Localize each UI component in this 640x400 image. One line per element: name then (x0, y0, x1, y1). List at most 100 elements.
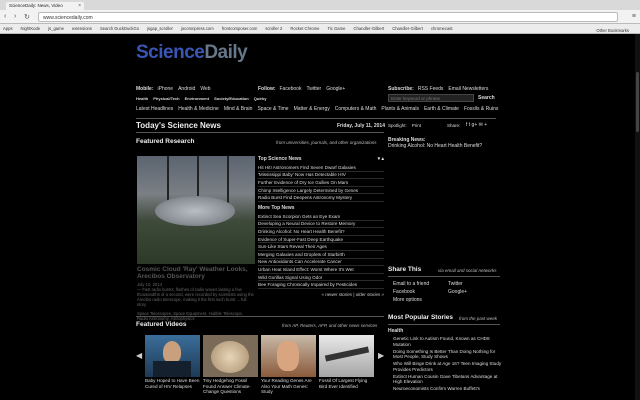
nav-secondary-item[interactable]: Fossils & Ruins (464, 106, 498, 112)
search-button[interactable]: Search (478, 95, 495, 101)
scroll-thumb[interactable] (636, 72, 639, 132)
more-news-item[interactable]: New Antioxidants Can Accelerate Cancer (258, 259, 384, 267)
video-caption[interactable]: Your Reading Genes Are Also Your Math Ge… (261, 378, 316, 395)
video-caption[interactable]: Baby Hoped to Have Been Cured of HIV Rel… (145, 378, 200, 389)
video-thumb[interactable] (145, 335, 200, 377)
top-news-item[interactable]: 'Mississippi Baby' Now Has Detectable HI… (258, 172, 384, 180)
pagination-links[interactable]: « newer stories | older stories » (258, 292, 384, 297)
chevron-right-icon[interactable]: ▶ (378, 351, 384, 360)
bookmark-item[interactable]: Rocket Chrome (290, 26, 319, 31)
more-news-item[interactable]: Sun-Like Stars Reveal Their Ages (258, 243, 384, 251)
site-logo[interactable]: ScienceDaily (136, 42, 248, 64)
nav-secondary-item[interactable]: Health & Medicine (178, 106, 219, 112)
bookmark-item[interactable]: frontcomposer.com (222, 26, 258, 31)
more-news-item[interactable]: Bee Foraging Chronically Impaired by Pes… (258, 281, 384, 289)
subscribe-link[interactable]: RSS Feeds (418, 86, 444, 92)
follow-link[interactable]: Twitter (306, 86, 321, 92)
nav-secondary-item[interactable]: Earth & Climate (424, 106, 459, 112)
video-caption[interactable]: Fossil Of Largest Flying Bird Ever Ident… (319, 378, 374, 389)
mobile-link[interactable]: Web (200, 86, 210, 92)
reload-icon[interactable]: ↻ (24, 13, 30, 21)
back-icon[interactable]: ‹ (4, 13, 6, 20)
bookmark-item[interactable]: scroller 2 (265, 26, 282, 31)
top-news-item[interactable]: Further Evidence of Dry Ice Gullies On M… (258, 179, 384, 187)
bookmark-item[interactable]: jocomnpress.com (181, 26, 214, 31)
nav-primary-item[interactable]: Health (136, 96, 148, 101)
nav-primary-item[interactable]: Quirky (254, 96, 267, 101)
collapse-icon[interactable]: ▾ ▴ (378, 156, 384, 162)
nav-primary-item[interactable]: Physical/Tech (153, 96, 179, 101)
popular-item[interactable]: Genetic Link to Autism Found, Known as C… (393, 336, 503, 347)
share-icons[interactable]: f t g+ ✉ + (466, 122, 487, 128)
top-news-item[interactable]: Hit Hit! Astronomers Find Seven Dwarf Ga… (258, 164, 384, 172)
share-option[interactable]: Google+ (448, 288, 503, 296)
mobile-link[interactable]: Android (178, 86, 195, 92)
menu-icon[interactable]: ≡ (632, 13, 636, 20)
breaking-item[interactable]: Drinking Alcohol: No Heart Health Benefi… (388, 143, 498, 149)
video-thumb[interactable] (261, 335, 316, 377)
share-option[interactable]: Facebook (393, 288, 448, 296)
bookmark-item[interactable]: js_game (48, 26, 64, 31)
top-news-item[interactable]: Chimp Intelligence Largely Determined by… (258, 187, 384, 195)
video-thumb[interactable] (203, 335, 258, 377)
print-link[interactable]: Print (412, 123, 421, 128)
featured-sub: from universities, journals, and other o… (276, 140, 377, 145)
bookmark-item[interactable]: Apps (3, 26, 13, 31)
share-option[interactable]: Twitter (448, 280, 503, 288)
more-news-item[interactable]: Merging Galaxies and Droplets of Starbir… (258, 251, 384, 259)
bookmark-item[interactable]: extensions (72, 26, 92, 31)
mobile-link[interactable]: iPhone (158, 86, 174, 92)
nav-secondary-item[interactable]: Mind & Brain (224, 106, 253, 112)
featured-heading: Featured Research (136, 138, 195, 145)
nav-secondary-item[interactable]: Matter & Energy (294, 106, 330, 112)
featured-title[interactable]: Cosmic Cloud 'Ray' Weather Looks, Arecib… (137, 266, 255, 280)
nav-secondary-item[interactable]: Plants & Animals (381, 106, 419, 112)
other-bookmarks[interactable]: Other Bookmarks (596, 28, 629, 33)
nav-secondary-item[interactable]: Computers & Math (335, 106, 377, 112)
popular-item[interactable]: Who Will Binge Drink at Age 16? Teen Ima… (393, 361, 503, 372)
logo-part2: Daily (204, 42, 248, 63)
forward-icon[interactable]: › (14, 13, 16, 20)
nav-primary-item[interactable]: Society/Education (214, 96, 249, 101)
subscribe-label: Subscribe: (388, 86, 414, 92)
close-icon[interactable]: × (78, 3, 81, 9)
follow-link[interactable]: Facebook (280, 86, 302, 92)
bookmark-item[interactable]: NightKode (21, 26, 41, 31)
chevron-left-icon[interactable]: ◀ (136, 351, 142, 360)
subscribe-links: Subscribe: RSS Feeds Email Newsletters (388, 86, 498, 92)
more-news-item[interactable]: Wild Gorillas Signal Using Odor (258, 274, 384, 282)
video-thumb[interactable] (319, 335, 374, 377)
more-news-item[interactable]: Extinct Sea Scorpion Gets an Eye Exam (258, 213, 384, 221)
subscribe-link[interactable]: Email Newsletters (448, 86, 488, 92)
featured-summary: — Fast radio bursts, flashes of radio wa… (137, 287, 254, 307)
share-option[interactable]: Email to a friend (393, 280, 448, 288)
spotlight-label[interactable]: Spotlight: (388, 123, 407, 128)
featured-image[interactable] (137, 156, 255, 264)
bookmark-item[interactable]: chromecast (431, 26, 453, 31)
nav-secondary-item[interactable]: Latest Headlines (136, 106, 173, 112)
popular-item[interactable]: Extinct Human Cousin Gave Tibetans Advan… (393, 374, 503, 385)
bookmark-item[interactable]: Chandler-Gilbert (392, 26, 423, 31)
video-caption[interactable]: Tiny Hedgehog Fossil Found Answer Climat… (203, 378, 258, 395)
page-title: Today's Science News (136, 121, 221, 130)
browser-tab[interactable]: ScienceDaily: News, Video × (6, 2, 84, 10)
nav-secondary-item[interactable]: Space & Time (257, 106, 288, 112)
popular-item[interactable]: Doing Something Is Better Than Doing Not… (393, 349, 503, 360)
bookmark-item[interactable]: Search DuckDuckGo (100, 26, 139, 31)
follow-link[interactable]: Google+ (326, 86, 345, 92)
popular-category[interactable]: Health (388, 328, 403, 334)
url-input[interactable]: www.sciencedaily.com (38, 12, 618, 22)
more-news-item[interactable]: Developing a Neural Device to Restore Me… (258, 221, 384, 229)
scrollbar[interactable] (635, 34, 640, 400)
popular-item[interactable]: Neuroeconomists Confirm Warren Buffett's (393, 386, 503, 392)
more-news-item[interactable]: Evidence of Super-Fast Deep Earthquake (258, 236, 384, 244)
more-news-item[interactable]: Drinking Alcohol: No Heart Health Benefi… (258, 228, 384, 236)
top-news-item[interactable]: Radio Burst Find Deepens Astronomy Myste… (258, 194, 384, 202)
share-option[interactable]: More options (393, 296, 448, 304)
more-news-item[interactable]: Urban Heat Island Effect: Worst Where It… (258, 266, 384, 274)
nav-primary-item[interactable]: Environment (185, 96, 209, 101)
bookmark-item[interactable]: jsgap_scroller (147, 26, 173, 31)
search-input[interactable]: Enter keyword or phrase (388, 94, 474, 102)
bookmark-item[interactable]: Chandler-Gilbert (353, 26, 384, 31)
bookmark-item[interactable]: Tic Game (327, 26, 345, 31)
